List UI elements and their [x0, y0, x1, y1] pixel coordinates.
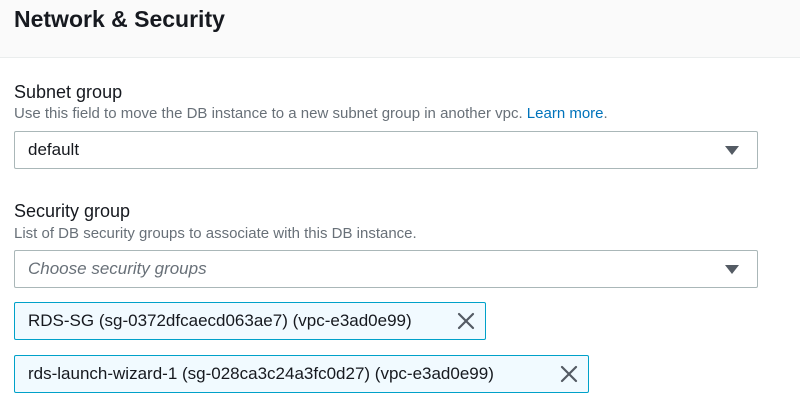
security-group-description: List of DB security groups to associate … — [14, 225, 417, 242]
section-title: Network & Security — [14, 6, 225, 32]
token-label: rds-launch-wizard-1 (sg-028ca3c24a3fc0d2… — [28, 364, 494, 383]
token-label: RDS-SG (sg-0372dfcaecd063ae7) (vpc-e3ad0… — [28, 311, 412, 330]
learn-more-link[interactable]: Learn more — [527, 105, 604, 122]
subnet-group-description: Use this field to move the DB instance t… — [14, 105, 608, 123]
security-group-token: RDS-SG (sg-0372dfcaecd063ae7) (vpc-e3ad0… — [14, 302, 486, 340]
description-period: . — [603, 105, 608, 122]
subnet-group-label: Subnet group — [14, 82, 123, 102]
security-group-label: Security group — [14, 201, 131, 221]
close-icon[interactable] — [560, 365, 578, 383]
security-group-token: rds-launch-wizard-1 (sg-028ca3c24a3fc0d2… — [14, 355, 589, 393]
subnet-group-select[interactable]: default — [14, 131, 758, 169]
caret-down-icon — [725, 146, 739, 155]
subnet-group-description-text: Use this field to move the DB instance t… — [14, 105, 523, 122]
security-group-select[interactable]: Choose security groups — [14, 250, 758, 288]
subnet-group-selected-value: default — [28, 140, 80, 159]
section-header: Network & Security — [0, 0, 800, 58]
close-icon[interactable] — [457, 312, 475, 330]
caret-down-icon — [725, 265, 739, 274]
security-group-placeholder: Choose security groups — [28, 259, 207, 278]
